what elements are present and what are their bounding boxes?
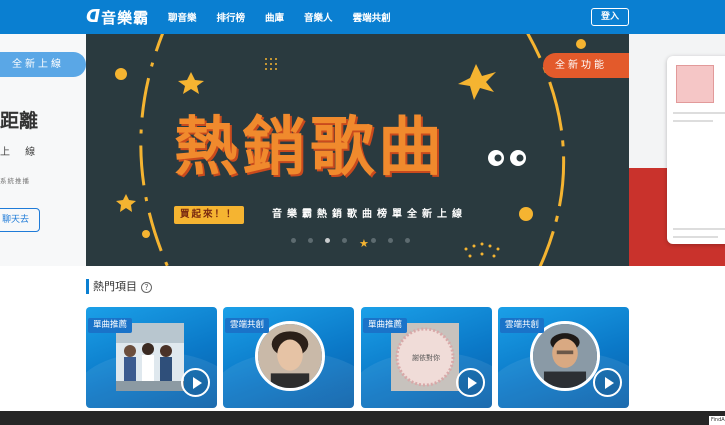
buy-now-badge: 買起來！！	[174, 206, 244, 224]
banner-title: 熱銷歌曲	[174, 110, 446, 185]
carousel-dot[interactable]	[405, 238, 410, 243]
card-tag: 雲端共創	[500, 318, 545, 333]
logo-mark-icon: ᗡ	[86, 7, 100, 27]
banner-subtitle: 音樂霸熱銷歌曲榜單全新上線	[272, 209, 467, 220]
featured-card[interactable]: 單曲推薦	[86, 307, 217, 408]
footer-tag[interactable]: FindA	[709, 416, 725, 425]
logo-text: 音樂霸	[101, 8, 150, 27]
nav-item-charts[interactable]: 排行榜	[217, 10, 246, 24]
new-feature-pill: 全新功能	[543, 53, 629, 78]
carousel-dot[interactable]	[371, 238, 376, 243]
card-tag: 單曲推薦	[363, 318, 408, 333]
logo[interactable]: ᗡ 音樂霸	[86, 6, 149, 28]
featured-card[interactable]: 雲端共創	[223, 307, 354, 408]
album-thumbnail	[676, 65, 714, 103]
carousel-dot[interactable]	[291, 238, 296, 243]
featured-card[interactable]: 雲端共創	[498, 307, 629, 408]
hero-banner[interactable]: 全新功能 熱銷歌曲 買起來！！ 音樂霸熱銷歌曲榜單全新上線 ★	[86, 34, 629, 266]
carousel-pagination: ★	[291, 238, 422, 249]
section-title: 熱門項目?	[93, 279, 152, 294]
group-photo	[116, 323, 184, 391]
featured-card[interactable]: 單曲推薦 謝依對你	[361, 307, 492, 408]
nav-item-chat-music[interactable]: 聊音樂	[168, 10, 197, 24]
carousel-slide-next[interactable]	[629, 34, 725, 266]
phone-mockup	[667, 56, 725, 244]
nav-item-musicians[interactable]: 音樂人	[304, 10, 333, 24]
play-button[interactable]	[593, 368, 622, 397]
carousel-dot[interactable]	[388, 238, 393, 243]
login-button[interactable]: 登入	[591, 8, 629, 26]
nav-item-library[interactable]: 曲庫	[265, 10, 284, 24]
nav-item-cloud-cocreate[interactable]: 雲端共創	[353, 10, 391, 24]
slide-caption: 系統推播	[0, 177, 30, 185]
footer-bar	[0, 411, 725, 425]
play-button[interactable]	[181, 368, 210, 397]
main-nav: 聊音樂 排行榜 曲庫 音樂人 雲端共創	[168, 0, 411, 34]
slide-subtitle: 上 線	[0, 147, 42, 158]
chat-button[interactable]: 聊天去	[0, 208, 40, 232]
carousel-dot-active[interactable]	[325, 238, 330, 243]
carousel-dot[interactable]	[308, 238, 313, 243]
top-nav-bar: ᗡ 音樂霸 聊音樂 排行榜 曲庫 音樂人 雲端共創 登入	[0, 0, 725, 34]
section-accent-bar	[86, 279, 89, 294]
help-icon[interactable]: ?	[141, 282, 152, 293]
carousel-slide-previous[interactable]: 全新上線 距離 上 線 系統推播 聊天去	[0, 34, 86, 266]
play-button[interactable]	[456, 368, 485, 397]
section-title-text: 熱門項目	[93, 280, 137, 293]
carousel-dot[interactable]	[342, 238, 347, 243]
card-tag: 雲端共創	[225, 318, 270, 333]
album-cover-text: 謝依對你	[412, 354, 440, 362]
new-launch-pill: 全新上線	[0, 52, 86, 77]
card-tag: 單曲推薦	[88, 318, 133, 333]
slide-title: 距離	[0, 110, 39, 132]
